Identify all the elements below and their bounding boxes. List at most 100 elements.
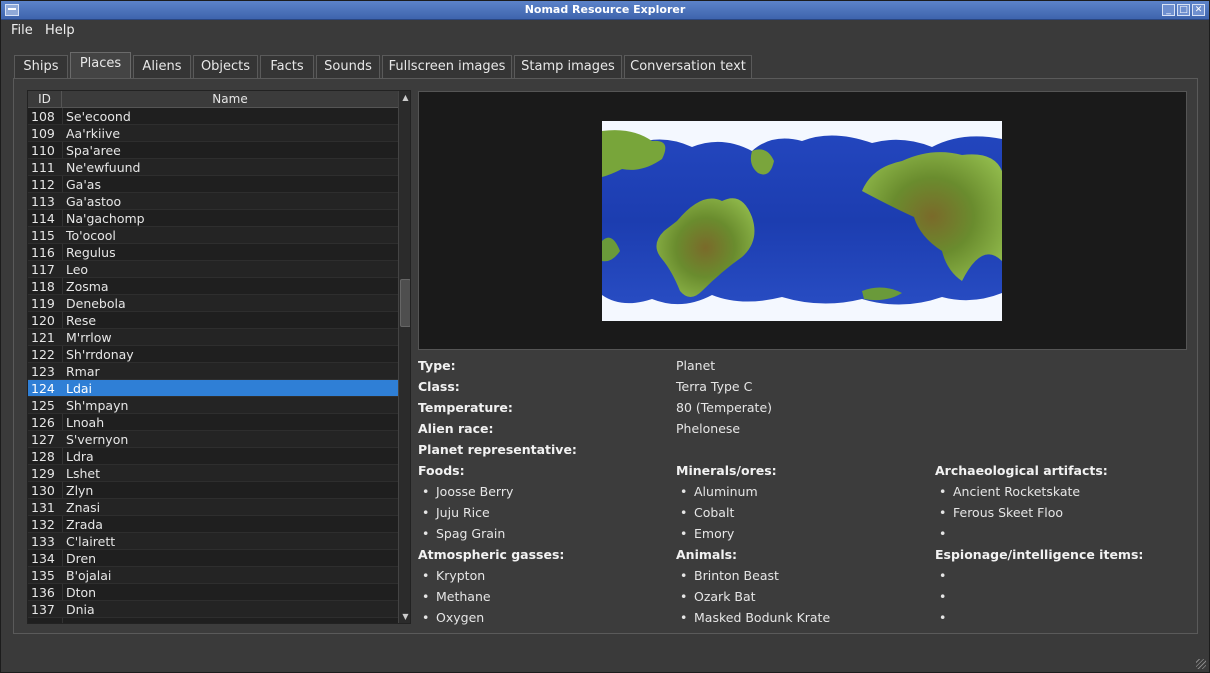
temperature-value: 80 (Temperate) xyxy=(676,400,773,415)
planet-representative-label: Planet representative: xyxy=(418,442,577,457)
places-list[interactable]: ID Name 108 Se'ecoond 109 Aa'rkiive 110 Spa'a… xyxy=(27,90,411,624)
row-name: Dnia xyxy=(66,602,95,617)
minimize-icon[interactable]: _ xyxy=(1162,4,1175,16)
table-row[interactable]: 127 S'vernyon xyxy=(28,431,398,448)
column-header-id[interactable]: ID xyxy=(28,91,62,108)
table-row[interactable]: 129 Lshet xyxy=(28,465,398,482)
artifact-item: Ferous Skeet Floo xyxy=(939,505,1063,520)
table-row[interactable]: 112 Ga'as xyxy=(28,176,398,193)
row-id: 114 xyxy=(31,211,55,226)
table-row[interactable]: 118 Zosma xyxy=(28,278,398,295)
animal-item: Masked Bodunk Krate xyxy=(680,610,830,625)
row-name: Na'gachomp xyxy=(66,211,145,226)
table-row[interactable]: 120 Rese xyxy=(28,312,398,329)
row-name: Sh'mpayn xyxy=(66,398,129,413)
tab-ships[interactable]: Ships xyxy=(14,55,68,78)
row-id: 136 xyxy=(31,585,55,600)
gasses-label: Atmospheric gasses: xyxy=(418,547,565,562)
type-label: Type: xyxy=(418,358,456,373)
table-row[interactable]: 117 Leo xyxy=(28,261,398,278)
row-id: 129 xyxy=(31,466,55,481)
table-row[interactable]: 109 Aa'rkiive xyxy=(28,125,398,142)
table-row[interactable]: 135 B'ojalai xyxy=(28,567,398,584)
row-id: 135 xyxy=(31,568,55,583)
table-row[interactable]: 131 Znasi xyxy=(28,499,398,516)
table-row[interactable]: 124 Ldai xyxy=(28,380,398,397)
scroll-down-arrow-icon[interactable]: ▼ xyxy=(400,611,410,622)
row-name: To'ocool xyxy=(66,228,116,243)
list-scrollbar[interactable]: ▲ ▼ xyxy=(398,91,410,623)
table-row[interactable]: 119 Denebola xyxy=(28,295,398,312)
row-id: 112 xyxy=(31,177,55,192)
row-id: 137 xyxy=(31,602,55,617)
column-header-name[interactable]: Name xyxy=(62,91,398,106)
table-row[interactable]: 121 M'rrlow xyxy=(28,329,398,346)
table-row[interactable]: 132 Zrada xyxy=(28,516,398,533)
maximize-icon[interactable]: □ xyxy=(1177,4,1190,16)
table-row[interactable]: 116 Regulus xyxy=(28,244,398,261)
row-name: Leo xyxy=(66,262,89,277)
animals-label: Animals: xyxy=(676,547,738,562)
food-item: Juju Rice xyxy=(422,505,490,520)
row-name: Dton xyxy=(66,585,97,600)
resize-grip-icon[interactable] xyxy=(1196,659,1206,669)
table-row[interactable]: 137 Dnia xyxy=(28,601,398,618)
tab-fullscreen-images[interactable]: Fullscreen images xyxy=(382,55,512,78)
row-id: 113 xyxy=(31,194,55,209)
table-row[interactable]: 130 Zlyn xyxy=(28,482,398,499)
gas-item: Krypton xyxy=(422,568,485,583)
row-id: 117 xyxy=(31,262,55,277)
row-name: Denebola xyxy=(66,296,126,311)
table-row[interactable]: 134 Dren xyxy=(28,550,398,567)
table-row[interactable]: 126 Lnoah xyxy=(28,414,398,431)
table-row[interactable]: 125 Sh'mpayn xyxy=(28,397,398,414)
tab-stamp-images[interactable]: Stamp images xyxy=(514,55,622,78)
row-name: Dren xyxy=(66,551,97,566)
type-value: Planet xyxy=(676,358,716,373)
artifacts-label: Archaeological artifacts: xyxy=(935,463,1108,478)
row-id: 120 xyxy=(31,313,55,328)
tab-aliens[interactable]: Aliens xyxy=(133,55,191,78)
tab-objects[interactable]: Objects xyxy=(193,55,258,78)
tab-conversation-text[interactable]: Conversation text xyxy=(624,55,752,78)
table-row[interactable]: 123 Rmar xyxy=(28,363,398,380)
table-row[interactable]: 113 Ga'astoo xyxy=(28,193,398,210)
tab-facts[interactable]: Facts xyxy=(260,55,314,78)
row-name: Aa'rkiive xyxy=(66,126,121,141)
row-name: Ldra xyxy=(66,449,94,464)
scroll-up-arrow-icon[interactable]: ▲ xyxy=(400,92,410,103)
close-icon[interactable]: ✕ xyxy=(1192,4,1205,16)
row-id: 119 xyxy=(31,296,55,311)
list-rows: 108 Se'ecoond 109 Aa'rkiive 110 Spa'aree 111 Ne… xyxy=(28,108,398,618)
food-item: Spag Grain xyxy=(422,526,505,541)
table-row[interactable]: 108 Se'ecoond xyxy=(28,108,398,125)
tab-sounds[interactable]: Sounds xyxy=(316,55,380,78)
row-name: Se'ecoond xyxy=(66,109,131,124)
menu-help[interactable]: Help xyxy=(45,23,75,38)
gas-item: Oxygen xyxy=(422,610,484,625)
menu-file[interactable]: File xyxy=(11,23,33,38)
tab-places[interactable]: Places xyxy=(70,52,131,78)
title-bar[interactable]: Nomad Resource Explorer _ □ ✕ xyxy=(1,1,1209,20)
row-name: Lshet xyxy=(66,466,100,481)
table-row[interactable]: 114 Na'gachomp xyxy=(28,210,398,227)
menu-bar: File Help xyxy=(1,21,1209,42)
table-row[interactable]: 128 Ldra xyxy=(28,448,398,465)
list-header: ID Name xyxy=(28,91,398,108)
table-row[interactable]: 110 Spa'aree xyxy=(28,142,398,159)
row-id: 116 xyxy=(31,245,55,260)
row-name: Lnoah xyxy=(66,415,105,430)
row-id: 111 xyxy=(31,160,55,175)
row-id: 125 xyxy=(31,398,55,413)
table-row[interactable]: 122 Sh'rrdonay xyxy=(28,346,398,363)
table-row[interactable]: 133 C'lairett xyxy=(28,533,398,550)
alien-race-label: Alien race: xyxy=(418,421,494,436)
row-name: Sh'rrdonay xyxy=(66,347,134,362)
row-id: 123 xyxy=(31,364,55,379)
table-row[interactable]: 115 To'ocool xyxy=(28,227,398,244)
row-name: Ga'astoo xyxy=(66,194,122,209)
table-row[interactable]: 111 Ne'ewfuund xyxy=(28,159,398,176)
scroll-thumb[interactable] xyxy=(400,279,410,327)
table-row[interactable]: 136 Dton xyxy=(28,584,398,601)
row-id: 131 xyxy=(31,500,55,515)
